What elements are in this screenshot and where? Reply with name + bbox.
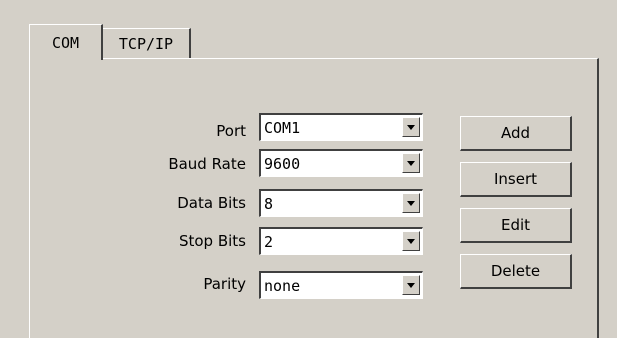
parity-dropdown-button[interactable] — [402, 275, 420, 295]
com-settings-panel: Port COM1 Baud Rate 9600 Data Bits 8 Sto… — [29, 58, 599, 338]
baud-rate-dropdown-button[interactable] — [402, 153, 420, 173]
insert-button-label: Insert — [493, 170, 538, 188]
add-button-label: Add — [500, 124, 531, 142]
data-bits-select[interactable]: 8 — [259, 189, 423, 217]
chevron-down-icon — [407, 124, 415, 130]
stop-bits-dropdown-button[interactable] — [402, 231, 420, 251]
baud-rate-value: 9600 — [264, 155, 301, 173]
tab-tcp-ip-label: TCP/IP — [118, 34, 174, 53]
insert-button[interactable]: Insert — [460, 162, 572, 197]
chevron-down-icon — [407, 282, 415, 288]
stop-bits-select[interactable]: 2 — [259, 227, 423, 255]
stop-bits-value: 2 — [264, 233, 274, 251]
chevron-down-icon — [407, 200, 415, 206]
parity-select[interactable]: none — [259, 271, 423, 299]
edit-button[interactable]: Edit — [460, 208, 572, 243]
chevron-down-icon — [407, 160, 415, 166]
parity-label: Parity — [203, 275, 246, 293]
edit-button-label: Edit — [500, 216, 531, 234]
data-bits-dropdown-button[interactable] — [402, 193, 420, 213]
data-bits-value: 8 — [264, 195, 274, 213]
baud-rate-label: Baud Rate — [168, 155, 246, 173]
delete-button[interactable]: Delete — [460, 254, 572, 289]
port-label: Port — [216, 122, 246, 140]
tab-com[interactable]: COM — [29, 24, 103, 60]
port-value: COM1 — [264, 119, 301, 137]
data-bits-label: Data Bits — [177, 194, 246, 212]
delete-button-label: Delete — [490, 262, 541, 280]
tab-tcp-ip[interactable]: TCP/IP — [102, 28, 191, 58]
tab-com-label: COM — [51, 33, 80, 52]
baud-rate-select[interactable]: 9600 — [259, 149, 423, 177]
stop-bits-label: Stop Bits — [178, 232, 246, 250]
parity-value: none — [264, 277, 301, 295]
chevron-down-icon — [407, 238, 415, 244]
port-select[interactable]: COM1 — [259, 113, 423, 141]
port-dropdown-button[interactable] — [402, 117, 420, 137]
add-button[interactable]: Add — [460, 116, 572, 151]
